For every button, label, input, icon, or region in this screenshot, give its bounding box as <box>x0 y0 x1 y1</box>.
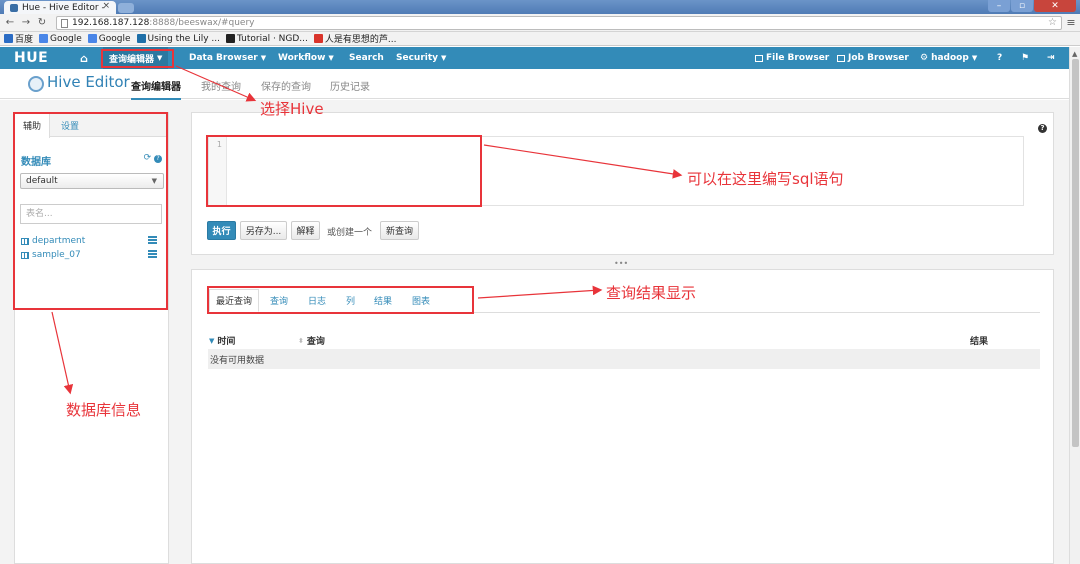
bookmark-item[interactable]: Using the Lily ... <box>136 33 220 44</box>
bookmark-label: Google <box>50 33 82 44</box>
nav-user-label: hadoop <box>931 53 969 63</box>
help-icon[interactable]: ? <box>997 47 1002 69</box>
column-header-label: 时间 <box>217 337 236 347</box>
hive-logo-icon <box>28 76 44 92</box>
bookmark-item[interactable]: 人是有思想的芦... <box>313 32 397 45</box>
tab-close-icon[interactable]: × <box>102 1 110 11</box>
page-icon <box>61 18 68 28</box>
url-host: 192.168.187.128 <box>72 18 150 28</box>
bookmark-favicon-icon <box>226 34 235 43</box>
nav-security[interactable]: Security ▼ <box>396 47 446 69</box>
url-path: :8888/beeswax/#query <box>149 18 255 28</box>
chevron-down-icon: ▼ <box>441 54 447 62</box>
bookmark-favicon-icon <box>136 34 146 43</box>
bookmark-favicon-icon <box>4 34 13 43</box>
logout-icon[interactable]: ⇥ <box>1047 47 1055 69</box>
window-minimize-icon[interactable]: – <box>988 0 1010 12</box>
annotation-db-info: 数据库信息 <box>66 401 142 419</box>
annotation-box-sidebar <box>13 112 168 310</box>
chevron-down-icon: ▼ <box>260 54 267 62</box>
new-tab-button[interactable] <box>118 3 134 13</box>
nav-workflow-label: Workflow <box>278 53 326 63</box>
browser-menu-icon[interactable]: ≡ <box>1065 16 1077 29</box>
window-maximize-icon[interactable]: ▫ <box>1011 0 1033 12</box>
bookmark-label: 百度 <box>15 35 34 45</box>
bookmark-item[interactable]: Google <box>39 34 82 44</box>
subnav-query-editor[interactable]: 查询编辑器 <box>131 78 181 100</box>
sort-desc-icon: ▼ <box>209 336 215 345</box>
annotation-write-sql: 可以在这里编写sql语句 <box>687 170 844 188</box>
nav-search[interactable]: Search <box>349 47 384 69</box>
subnav-history[interactable]: 历史记录 <box>330 78 370 93</box>
home-icon[interactable]: ⌂ <box>80 47 88 69</box>
bookmarks-bar: 百度 Google Google Using the Lily ... Tutorial… <box>0 32 1080 46</box>
chevron-down-icon: ▼ <box>971 54 978 62</box>
bookmark-star-icon[interactable]: ☆ <box>1048 17 1057 28</box>
nav-user-menu[interactable]: ⚙ hadoop ▼ <box>920 47 977 69</box>
scroll-up-icon[interactable]: ▲ <box>1072 50 1077 58</box>
browser-tabstrip: Hue - Hive Editor - × – ▫ ✕ <box>0 0 1080 14</box>
back-arrow-icon[interactable]: ← <box>4 17 16 28</box>
nav-job-browser-label: Job Browser <box>848 53 909 63</box>
browser-toolbar: ← → ↻ 192.168.187.128 :8888/beeswax/#que… <box>0 14 1080 32</box>
page-scrollbar[interactable]: ▲ <box>1069 47 1080 564</box>
annotation-box-result-tabs <box>207 286 474 314</box>
reload-icon[interactable]: ↻ <box>36 17 48 28</box>
scrollbar-thumb[interactable] <box>1072 59 1079 447</box>
annotation-box-editor <box>206 135 482 207</box>
new-query-button[interactable]: 新查询 <box>380 221 419 240</box>
editor-help-icon[interactable]: ? <box>1038 124 1047 133</box>
file-icon <box>755 54 763 62</box>
nav-file-browser-label: File Browser <box>766 53 830 63</box>
hue-favicon-icon <box>10 3 18 12</box>
bookmark-item[interactable]: Google <box>87 33 131 44</box>
app-header: Hive Editor 查询编辑器 我的查询 保存的查询 历史记录 <box>0 69 1069 100</box>
or-create-text: 或创建一个 <box>327 228 373 238</box>
bookmark-favicon-icon <box>87 34 97 43</box>
column-header-time[interactable]: ▼ 时间 <box>209 334 236 348</box>
annotation-select-hive: 选择Hive <box>260 100 324 118</box>
column-header-label: 查询 <box>306 337 325 347</box>
flag-icon[interactable]: ⚑ <box>1021 47 1029 69</box>
bookmark-label: Using the Lily ... <box>147 33 220 44</box>
bookmark-label: Tutorial · NGD... <box>237 33 308 44</box>
address-bar[interactable]: 192.168.187.128 :8888/beeswax/#query ☆ <box>56 16 1062 30</box>
nav-data-browser-label: Data Browser <box>189 53 258 63</box>
column-header-query[interactable]: ⬍ 查询 <box>298 334 325 348</box>
nav-workflow[interactable]: Workflow ▼ <box>278 47 334 69</box>
bookmark-label: 人是有思想的芦... <box>324 35 397 45</box>
chevron-down-icon: ▼ <box>328 54 334 62</box>
nav-file-browser[interactable]: File Browser <box>755 47 829 69</box>
empty-data-row: 没有可用数据 <box>208 349 1040 369</box>
annotation-box-query-editors <box>101 49 174 68</box>
subnav-my-queries[interactable]: 我的查询 <box>201 78 241 93</box>
bookmark-favicon-icon <box>39 34 49 43</box>
browser-tab[interactable]: Hue - Hive Editor - × <box>4 1 116 14</box>
annotation-query-results: 查询结果显示 <box>606 284 697 302</box>
page-title[interactable]: Hive Editor <box>47 73 130 91</box>
list-icon <box>837 54 845 62</box>
bookmark-item[interactable]: Tutorial · NGD... <box>226 34 308 44</box>
cogs-icon: ⚙ <box>920 53 929 63</box>
browser-tab-title: Hue - Hive Editor - <box>22 2 105 13</box>
execute-button[interactable]: 执行 <box>207 221 236 240</box>
window-close-icon[interactable]: ✕ <box>1034 0 1076 12</box>
nav-job-browser[interactable]: Job Browser <box>837 47 909 69</box>
subnav-saved-queries[interactable]: 保存的查询 <box>261 78 311 93</box>
panel-resize-handle[interactable]: ••• <box>614 259 628 268</box>
save-as-button[interactable]: 另存为... <box>240 221 287 240</box>
nav-security-label: Security <box>396 53 439 63</box>
sort-icon: ⬍ <box>298 336 304 345</box>
bookmark-label: Google <box>98 33 131 44</box>
nav-data-browser[interactable]: Data Browser ▼ <box>189 47 266 69</box>
forward-arrow-icon[interactable]: → <box>20 17 32 28</box>
hue-logo[interactable]: HUE <box>14 47 48 69</box>
explain-button[interactable]: 解释 <box>291 221 320 240</box>
column-header-result[interactable]: 结果 <box>970 334 988 347</box>
bookmark-item[interactable]: 百度 <box>4 32 33 45</box>
bookmark-favicon-icon <box>313 34 323 43</box>
